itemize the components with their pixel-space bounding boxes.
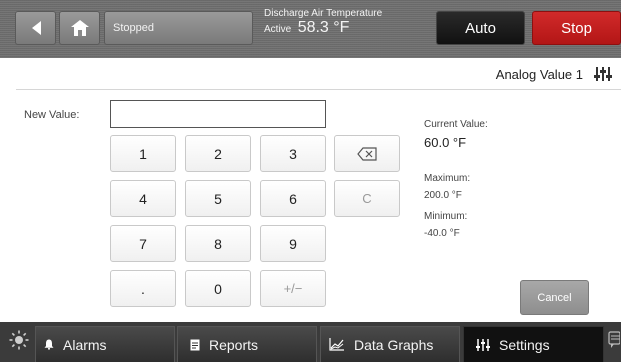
top-bar: Stopped Discharge Air Temperature Active…	[0, 0, 621, 58]
backspace-icon	[357, 146, 377, 161]
keypad-plus-minus-button[interactable]: +/−	[260, 270, 326, 307]
keypad-1-button[interactable]: 1	[110, 135, 176, 172]
maximum-label: Maximum:	[424, 173, 471, 184]
stop-button[interactable]: Stop	[532, 11, 621, 45]
discharge-air-temp-readout: Discharge Air Temperature Active 58.3 °F	[264, 8, 382, 37]
clear-button[interactable]: C	[334, 180, 400, 217]
keypad-decimal-button[interactable]: .	[110, 270, 176, 307]
object-header: Analog Value 1	[16, 58, 621, 90]
cancel-button[interactable]: Cancel	[520, 280, 589, 315]
message-icon[interactable]	[608, 331, 620, 349]
home-icon	[70, 20, 89, 36]
keypad-2-button[interactable]: 2	[185, 135, 251, 172]
page-title: Analog Value 1	[495, 67, 583, 82]
keypad-9-button[interactable]: 9	[260, 225, 326, 262]
discharge-value: 58.3 °F	[297, 19, 350, 36]
maximum-value: 200.0 °F	[424, 190, 462, 201]
stop-button-label: Stop	[561, 19, 592, 37]
tab-alarms-label: Alarms	[63, 336, 107, 353]
settings-sliders-icon	[476, 338, 490, 351]
keypad-7-button[interactable]: 7	[110, 225, 176, 262]
keypad-8-button[interactable]: 8	[185, 225, 251, 262]
system-status-text: Stopped	[113, 22, 154, 34]
minimum-label: Minimum:	[424, 211, 468, 222]
tab-reports[interactable]: Reports	[177, 326, 317, 362]
current-value: 60.0 °F	[424, 135, 467, 150]
auto-button[interactable]: Auto	[436, 11, 525, 45]
minimum-value: -40.0 °F	[424, 228, 460, 239]
settings-sliders-icon	[594, 67, 612, 81]
new-value-label: New Value:	[24, 109, 80, 121]
document-icon	[190, 339, 200, 350]
cancel-button-label: Cancel	[537, 291, 572, 304]
keypad-3-button[interactable]: 3	[260, 135, 326, 172]
tab-data-graphs-label: Data Graphs	[354, 336, 434, 353]
system-status-pill[interactable]: Stopped	[104, 11, 253, 45]
keypad-0-button[interactable]: 0	[185, 270, 251, 307]
keypad-4-button[interactable]: 4	[110, 180, 176, 217]
bottom-navigation: Alarms Reports Data Graphs Settings	[0, 322, 621, 362]
brightness-icon[interactable]	[9, 330, 29, 350]
line-chart-icon	[329, 338, 344, 351]
tab-alarms[interactable]: Alarms	[35, 326, 175, 362]
back-arrow-icon	[31, 21, 41, 35]
keypad-5-button[interactable]: 5	[185, 180, 251, 217]
home-button[interactable]	[59, 11, 100, 45]
new-value-input[interactable]	[110, 100, 326, 128]
tab-settings-label: Settings	[499, 336, 550, 353]
auto-button-label: Auto	[465, 19, 496, 37]
back-button[interactable]	[15, 11, 56, 45]
tab-reports-label: Reports	[209, 336, 259, 353]
tab-settings[interactable]: Settings	[463, 326, 604, 362]
current-value-label: Current Value:	[424, 119, 488, 130]
backspace-button[interactable]	[334, 135, 400, 172]
discharge-state: Active	[264, 24, 292, 35]
keypad-6-button[interactable]: 6	[260, 180, 326, 217]
bell-icon	[44, 339, 54, 350]
tab-data-graphs[interactable]: Data Graphs	[320, 326, 460, 362]
discharge-label: Discharge Air Temperature	[264, 8, 383, 19]
